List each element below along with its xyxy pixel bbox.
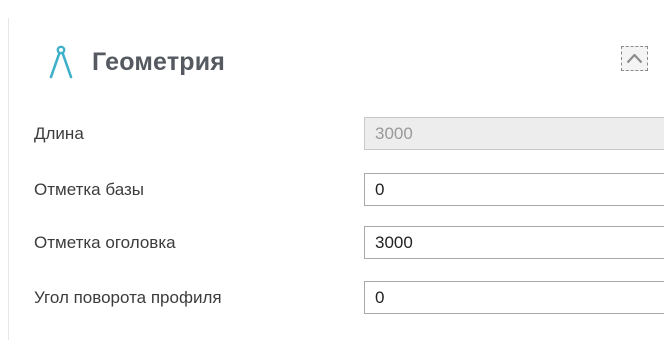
- section-title: Геометрия: [92, 47, 226, 76]
- field-row-profile-rotation: Угол поворота профиля: [0, 281, 664, 315]
- base-elevation-input[interactable]: [364, 173, 664, 206]
- field-row-base-elevation: Отметка базы: [0, 173, 664, 207]
- section-header: Геометрия: [48, 42, 225, 82]
- compass-icon: [48, 44, 74, 80]
- geometry-panel: Геометрия Длина Отметка базы Отметка ого…: [0, 0, 664, 341]
- chevron-up-icon: [626, 53, 643, 64]
- field-label-head-elevation: Отметка оголовка: [34, 233, 176, 252]
- head-elevation-input[interactable]: [364, 226, 664, 259]
- field-label-profile-rotation: Угол поворота профиля: [34, 288, 222, 307]
- collapse-button[interactable]: [621, 46, 648, 71]
- field-label-base-elevation: Отметка базы: [34, 180, 144, 199]
- field-label-length: Длина: [34, 124, 84, 143]
- field-row-head-elevation: Отметка оголовка: [0, 226, 664, 260]
- field-row-length: Длина: [0, 117, 664, 151]
- profile-rotation-input[interactable]: [364, 281, 664, 314]
- length-input[interactable]: [364, 117, 664, 150]
